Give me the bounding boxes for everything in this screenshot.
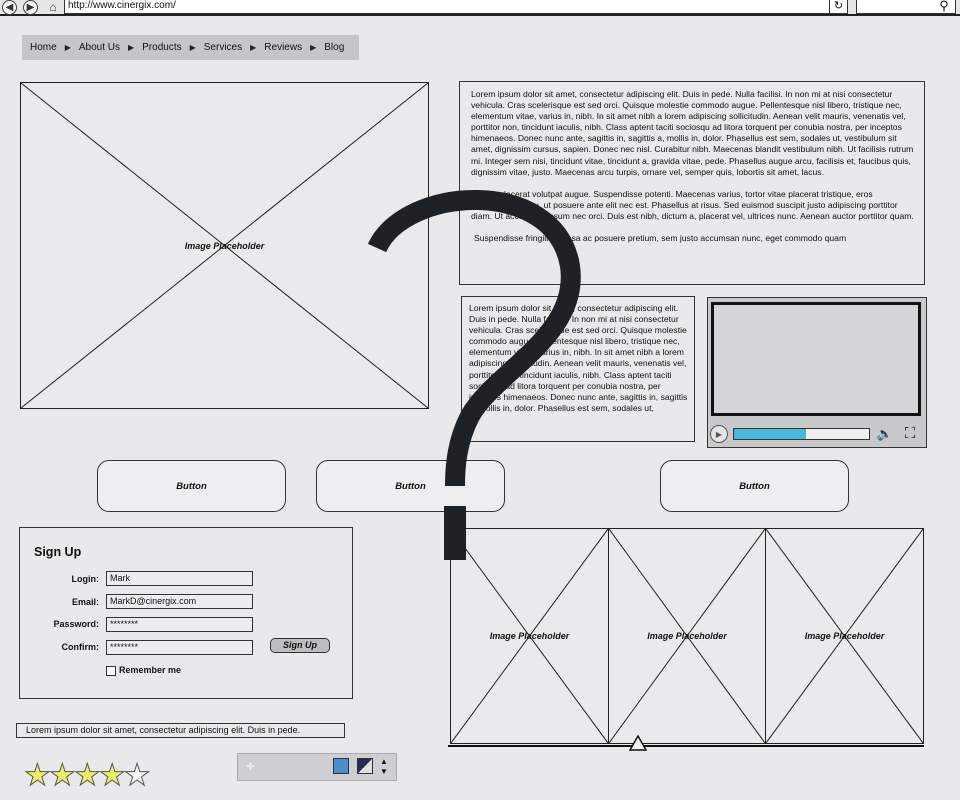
chevron-right-icon: ▶ bbox=[250, 43, 257, 52]
footer-text: Lorem ipsum dolor sit amet, consectetur … bbox=[16, 723, 345, 738]
fullscreen-icon[interactable]: ⛶ bbox=[900, 425, 920, 443]
star-filled-icon[interactable]: ★ bbox=[98, 759, 126, 793]
gallery-image-3: Image Placeholder bbox=[765, 528, 924, 744]
text-paragraph: Mauris placerat volutpat augue. Suspendi… bbox=[471, 188, 914, 221]
share-icon[interactable] bbox=[333, 758, 349, 774]
button-2[interactable]: Button bbox=[316, 460, 505, 512]
button-1[interactable]: Button bbox=[97, 460, 286, 512]
gallery-image-1: Image Placeholder bbox=[450, 528, 609, 744]
signup-title: Sign Up bbox=[34, 545, 82, 559]
text-paragraph: Suspendisse fringilla massa ac posuere p… bbox=[474, 233, 847, 244]
text-paragraph: Lorem ipsum dolor sit amet, consectetur … bbox=[469, 303, 688, 413]
chevron-right-icon: ▶ bbox=[189, 43, 196, 52]
side-text-block: Lorem ipsum dolor sit amet, consectetur … bbox=[461, 296, 695, 442]
refresh-icon[interactable]: ↻ bbox=[829, 0, 847, 13]
login-field[interactable]: Mark bbox=[106, 571, 253, 586]
image-placeholder-label: Image Placeholder bbox=[184, 240, 265, 251]
image-placeholder-label: Image Placeholder bbox=[804, 631, 885, 641]
search-icon[interactable]: ⚲ bbox=[935, 0, 953, 14]
plus-icon[interactable]: + bbox=[246, 758, 255, 775]
main-text-block: Lorem ipsum dolor sit amet, consectetur … bbox=[459, 81, 925, 285]
email-field[interactable]: MarkD@cinergix.com bbox=[106, 594, 253, 609]
gallery-image-2: Image Placeholder bbox=[608, 528, 766, 744]
scroll-down-icon[interactable]: ▼ bbox=[380, 767, 388, 776]
confirm-label: Confirm: bbox=[61, 642, 100, 652]
star-filled-icon[interactable]: ★ bbox=[73, 759, 101, 793]
carousel-track bbox=[448, 745, 924, 747]
video-screen[interactable] bbox=[711, 302, 921, 416]
password-field[interactable]: ******** bbox=[106, 617, 253, 632]
menu-item-home[interactable]: Home bbox=[30, 42, 57, 53]
scroll-toolbar bbox=[237, 753, 397, 781]
video-progress-fill bbox=[734, 429, 806, 439]
scroll-up-icon[interactable]: ▲ bbox=[380, 757, 388, 766]
star-rating[interactable]: ★★★★★ bbox=[24, 759, 152, 793]
layout-icon[interactable] bbox=[357, 758, 373, 774]
image-placeholder-label: Image Placeholder bbox=[489, 631, 570, 641]
chevron-right-icon: ▶ bbox=[310, 43, 317, 52]
email-label: Email: bbox=[71, 597, 99, 607]
video-progress-bar[interactable] bbox=[733, 428, 870, 440]
text-paragraph: Lorem ipsum dolor sit amet, consectetur … bbox=[471, 89, 914, 177]
image-placeholder-label: Image Placeholder bbox=[647, 631, 727, 641]
remember-me-label: Remember me bbox=[119, 665, 182, 675]
menu-item-blog[interactable]: Blog bbox=[324, 42, 344, 53]
star-filled-icon[interactable]: ★ bbox=[48, 759, 76, 793]
menu-item-products[interactable]: Products bbox=[142, 42, 181, 53]
play-icon[interactable]: ▶ bbox=[710, 425, 728, 443]
rating-stars[interactable]: ★★★★★ bbox=[24, 759, 152, 793]
login-label: Login: bbox=[71, 574, 100, 584]
main-image-placeholder: Image Placeholder bbox=[20, 82, 429, 409]
remember-me-checkbox[interactable] bbox=[106, 666, 116, 676]
nav-menu: Home ▶ About Us ▶ Products ▶ Services ▶ … bbox=[22, 35, 359, 60]
chevron-right-icon: ▶ bbox=[64, 43, 71, 52]
volume-icon[interactable]: 🔈 bbox=[876, 426, 894, 442]
star-filled-icon[interactable]: ★ bbox=[24, 759, 52, 793]
chevron-right-icon: ▶ bbox=[127, 43, 135, 52]
password-label: Password: bbox=[53, 619, 99, 629]
menu-item-about[interactable]: About Us bbox=[79, 42, 120, 53]
carousel-up-arrow-icon[interactable] bbox=[629, 735, 647, 751]
confirm-password-field[interactable]: ******** bbox=[106, 640, 253, 655]
star-empty-icon[interactable]: ★ bbox=[123, 759, 151, 793]
button-3[interactable]: Button bbox=[660, 460, 849, 512]
menu-item-services[interactable]: Services bbox=[204, 42, 242, 53]
home-icon[interactable]: ⌂ bbox=[46, 0, 60, 14]
address-bar[interactable]: http://www.cinergix.com/ bbox=[64, 0, 848, 14]
menu-item-reviews[interactable]: Reviews bbox=[264, 42, 302, 53]
back-arrow-icon[interactable]: ◀ bbox=[2, 0, 17, 15]
signup-button[interactable]: Sign Up bbox=[270, 638, 330, 653]
forward-arrow-icon[interactable]: ▶ bbox=[23, 0, 38, 15]
